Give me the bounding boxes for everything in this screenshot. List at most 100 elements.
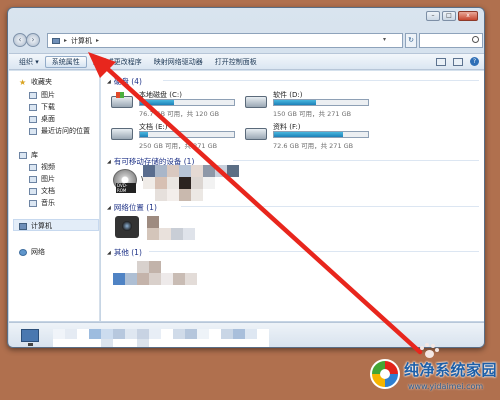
- sidebar-item-music[interactable]: 音乐: [29, 198, 55, 208]
- collapse-triangle-icon[interactable]: ◢: [107, 250, 111, 256]
- sidebar-item-label: 下载: [41, 103, 55, 111]
- sidebar-item-label: 收藏夹: [31, 78, 52, 86]
- address-dropdown-icon[interactable]: ▾: [383, 36, 386, 43]
- hard-drive-icon: [245, 128, 267, 140]
- star-icon: ★: [19, 77, 27, 87]
- refresh-button[interactable]: ↻: [405, 33, 417, 48]
- group-header-other[interactable]: ◢ 其他 (1): [107, 247, 142, 258]
- group-divider: [233, 160, 479, 161]
- pixelated-region: [143, 165, 239, 201]
- explorer-window: – □ x ‹ › ▸ 计算机 ▸ ▾ ↻ 组织 ▾ 系统属性 卸载或更改程序 …: [7, 7, 485, 348]
- collapse-triangle-icon[interactable]: ◢: [107, 159, 111, 165]
- group-header-hard-drives[interactable]: ◢ 硬盘 (4): [107, 76, 142, 87]
- drive-d[interactable]: 软件 (D:) 150 GB 可用，共 271 GB: [245, 90, 371, 122]
- open-control-panel-button[interactable]: 打开控制面板: [209, 57, 263, 67]
- camera-icon[interactable]: [115, 216, 139, 238]
- hard-drive-icon: [111, 128, 133, 140]
- group-divider: [181, 206, 479, 207]
- pixelated-region: [53, 329, 269, 347]
- hard-drive-icon: [245, 96, 267, 108]
- system-properties-button[interactable]: 系统属性: [44, 55, 87, 68]
- downloads-icon: [29, 103, 37, 111]
- group-title: 硬盘 (4): [113, 77, 142, 86]
- computer-icon: [52, 37, 60, 44]
- drive-f[interactable]: 资料 (F:) 72.6 GB 可用，共 271 GB: [245, 122, 371, 154]
- site-name: 纯净系统家园: [404, 361, 498, 379]
- sidebar-item-label: 音乐: [41, 199, 55, 207]
- breadcrumb-computer[interactable]: 计算机: [71, 36, 92, 46]
- dvd-label: DVD-ROM: [116, 183, 136, 193]
- breadcrumb-arrow-icon[interactable]: ▸: [64, 37, 67, 44]
- sidebar-item-favorites[interactable]: ★ 收藏夹: [19, 77, 52, 87]
- documents-icon: [29, 187, 37, 195]
- drive-usage-bar: [139, 131, 235, 138]
- collapse-triangle-icon[interactable]: ◢: [107, 79, 111, 85]
- network-icon: [19, 248, 27, 256]
- group-title: 网络位置 (1): [113, 203, 157, 212]
- change-view-icon[interactable]: [436, 57, 446, 66]
- sidebar-item-downloads[interactable]: 下载: [29, 102, 55, 112]
- sidebar-item-libraries[interactable]: 库: [19, 150, 38, 160]
- drive-space-info: 150 GB 可用，共 271 GB: [273, 110, 352, 118]
- sidebar-item-documents[interactable]: 文档: [29, 186, 55, 196]
- drive-space-info: 72.6 GB 可用，共 271 GB: [273, 142, 354, 150]
- drive-usage-bar: [273, 131, 369, 138]
- search-icon: [472, 36, 479, 43]
- minimize-button[interactable]: –: [426, 11, 440, 21]
- back-button[interactable]: ‹: [13, 33, 27, 47]
- details-pane: [9, 322, 484, 347]
- help-icon[interactable]: ?: [470, 57, 479, 66]
- system-drive-icon: [111, 92, 133, 108]
- drive-usage-bar: [273, 99, 369, 106]
- pictures-icon: [29, 175, 37, 183]
- pixelated-region: [147, 216, 195, 240]
- drive-c[interactable]: 本地磁盘 (C:) 76.7 GB 可用，共 120 GB: [111, 90, 237, 122]
- videos-icon: [29, 163, 37, 171]
- sidebar-item-label: 图片: [41, 175, 55, 183]
- computer-icon: [19, 222, 27, 230]
- sidebar-item-label: 视频: [41, 163, 55, 171]
- close-button[interactable]: x: [458, 11, 478, 21]
- search-input[interactable]: [419, 33, 483, 48]
- library-icon: [19, 151, 27, 159]
- sidebar-item-videos[interactable]: 视频: [29, 162, 55, 172]
- site-watermark: 纯净系统家园 www.yidaimei.com: [370, 358, 498, 398]
- group-divider: [149, 251, 479, 252]
- sidebar-item-label: 图片: [41, 91, 55, 99]
- drive-e[interactable]: 文档 (E:) 250 GB 可用，共 271 GB: [111, 122, 237, 154]
- drive-usage-bar: [139, 99, 235, 106]
- drive-usage-fill: [274, 132, 343, 137]
- forward-button[interactable]: ›: [26, 33, 40, 47]
- uninstall-program-button[interactable]: 卸载或更改程序: [87, 57, 148, 67]
- group-header-network-location[interactable]: ◢ 网络位置 (1): [107, 202, 157, 213]
- organize-button[interactable]: 组织 ▾: [13, 57, 45, 67]
- site-logo-icon: [370, 359, 400, 389]
- drive-usage-fill: [140, 100, 174, 105]
- preview-pane-icon[interactable]: [453, 57, 463, 66]
- desktop-icon: [29, 115, 37, 123]
- content-pane: ◢ 硬盘 (4) 本地磁盘 (C:) 76.7 GB 可用，共 120 GB 软…: [101, 71, 484, 321]
- address-bar[interactable]: ▸ 计算机 ▸ ▾: [47, 33, 403, 48]
- map-network-drive-button[interactable]: 映射网络驱动器: [148, 57, 209, 67]
- sidebar-item-label: 最近访问的位置: [41, 127, 90, 135]
- breadcrumb-arrow-icon[interactable]: ▸: [96, 37, 99, 44]
- command-bar: 组织 ▾ 系统属性 卸载或更改程序 映射网络驱动器 打开控制面板 ?: [9, 53, 484, 70]
- sidebar-item-network[interactable]: 网络: [19, 247, 45, 257]
- sidebar-item-desktop[interactable]: 桌面: [29, 114, 55, 124]
- sidebar-item-recent-places[interactable]: 最近访问的位置: [29, 126, 90, 136]
- navigation-row: ‹ › ▸ 计算机 ▸ ▾ ↻: [11, 32, 483, 52]
- sidebar-item-computer[interactable]: 计算机: [19, 221, 52, 231]
- view-controls: ?: [436, 57, 484, 66]
- pixelated-region: [113, 261, 197, 285]
- dvd-drive-icon[interactable]: DVD-ROM: [113, 169, 137, 193]
- maximize-button[interactable]: □: [442, 11, 456, 21]
- group-title: 其他 (1): [113, 248, 142, 257]
- sidebar-item-label: 桌面: [41, 115, 55, 123]
- drive-usage-fill: [274, 100, 317, 105]
- paw-print-icon: [418, 343, 440, 359]
- sidebar-item-lib-pictures[interactable]: 图片: [29, 174, 55, 184]
- sidebar-item-pictures[interactable]: 图片: [29, 90, 55, 100]
- recent-places-icon: [29, 127, 37, 135]
- collapse-triangle-icon[interactable]: ◢: [107, 205, 111, 211]
- window-controls: – □ x: [426, 11, 478, 21]
